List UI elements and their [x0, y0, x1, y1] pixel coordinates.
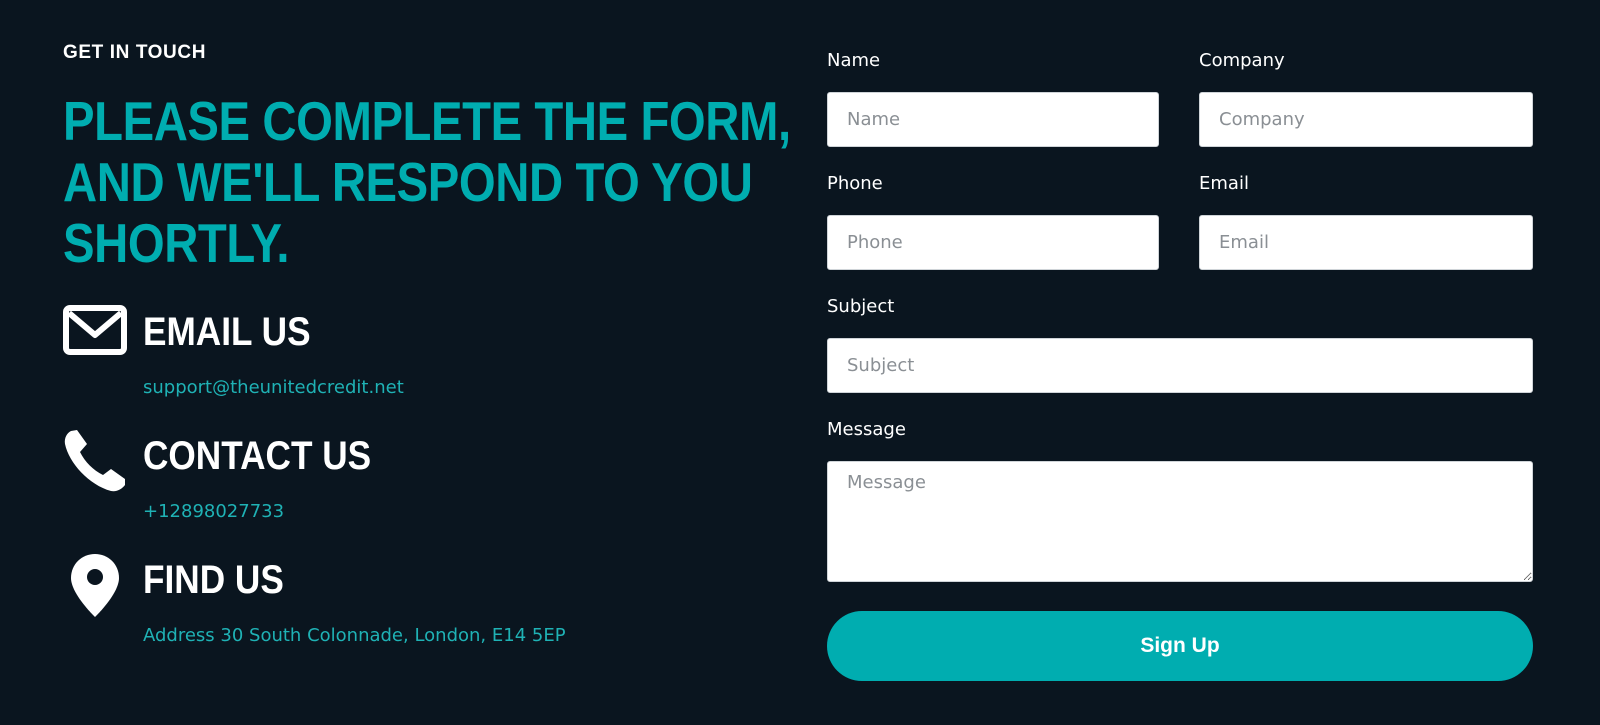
sign-up-button[interactable]: Sign Up [827, 611, 1533, 681]
phone-label: Phone [827, 173, 883, 194]
address-text: Address 30 South Colonnade, London, E14 … [143, 625, 566, 646]
company-input[interactable] [1199, 92, 1533, 147]
email-label: Email [1199, 173, 1249, 194]
headline-line: AND WE'LL RESPOND TO YOU [63, 151, 753, 213]
phone-icon [63, 429, 127, 493]
phone-link[interactable]: +12898027733 [143, 501, 284, 522]
email-link[interactable]: support@theunitedcredit.net [143, 377, 404, 398]
name-input[interactable] [827, 92, 1159, 147]
page-headline: PLEASE COMPLETE THE FORM, AND WE'LL RESP… [63, 90, 791, 274]
headline-line: SHORTLY. [63, 212, 290, 274]
eyebrow-label: GET IN TOUCH [63, 42, 207, 63]
phone-title: CONTACT US [143, 434, 372, 478]
message-textarea[interactable] [827, 461, 1533, 582]
location-title: FIND US [143, 558, 284, 602]
envelope-icon [63, 305, 127, 369]
subject-label: Subject [827, 296, 895, 317]
subject-input[interactable] [827, 338, 1533, 393]
headline-line: PLEASE COMPLETE THE FORM, [63, 90, 791, 152]
name-label: Name [827, 50, 881, 71]
email-input[interactable] [1199, 215, 1533, 270]
email-title: EMAIL US [143, 310, 311, 354]
contact-form: Name Company Phone Email Subject Message… [827, 0, 1533, 725]
phone-input[interactable] [827, 215, 1159, 270]
map-pin-icon [63, 553, 127, 617]
company-label: Company [1199, 50, 1285, 71]
message-label: Message [827, 419, 906, 440]
contact-section: GET IN TOUCH PLEASE COMPLETE THE FORM, A… [0, 0, 1600, 725]
